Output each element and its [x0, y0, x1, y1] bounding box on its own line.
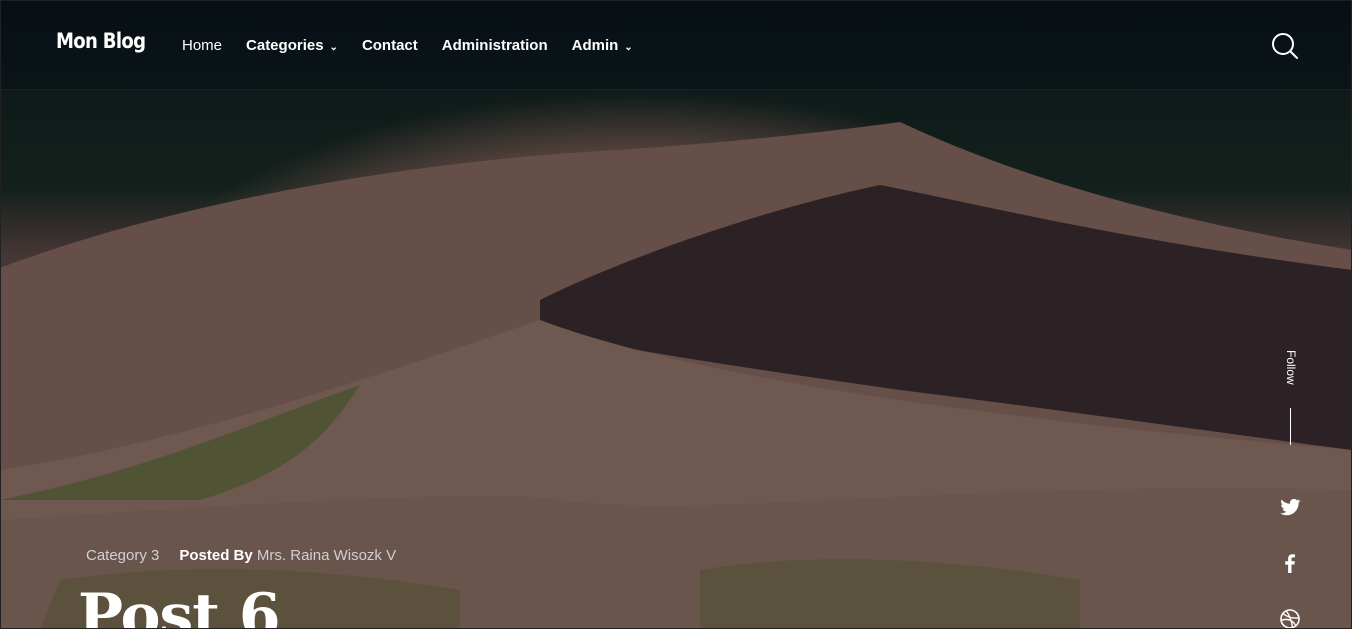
twitter-icon — [1280, 498, 1301, 516]
nav-contact[interactable]: Contact — [362, 37, 418, 54]
post-author-link[interactable]: Mrs. Raina Wisozk V — [257, 547, 396, 564]
post-meta: Category 3 Posted By Mrs. Raina Wisozk V — [86, 547, 396, 564]
nav-admin[interactable]: Admin ⌄ — [572, 37, 633, 54]
chevron-down-icon: ⌄ — [329, 42, 338, 53]
nav-administration-label: Administration — [441, 37, 548, 54]
dribbble-icon — [1280, 609, 1300, 629]
nav-categories[interactable]: Categories ⌄ — [246, 37, 338, 54]
search-button[interactable] — [1270, 31, 1300, 61]
chevron-down-icon: ⌄ — [624, 42, 633, 53]
facebook-link[interactable] — [1278, 551, 1302, 575]
main-nav: Home Categories ⌄ Contact Administration… — [182, 37, 633, 54]
twitter-link[interactable] — [1278, 495, 1302, 519]
post-category-link[interactable]: Category 3 — [86, 547, 159, 564]
posted-by-label: Posted By — [179, 547, 253, 564]
hero-banner: Mon Blog Home Categories ⌄ Contact Admin… — [0, 0, 1352, 629]
nav-administration[interactable]: Administration — [442, 37, 548, 54]
nav-categories-label: Categories — [246, 37, 324, 54]
follow-divider — [1290, 408, 1291, 445]
site-logo[interactable]: Mon Blog — [56, 29, 146, 53]
hero-overlay — [0, 0, 1352, 629]
facebook-icon — [1285, 554, 1295, 573]
nav-home[interactable]: Home — [182, 37, 222, 54]
nav-contact-label: Contact — [361, 37, 418, 54]
search-icon — [1272, 33, 1298, 59]
post-title[interactable]: Post 6 — [78, 586, 281, 629]
dribbble-link[interactable] — [1278, 607, 1302, 629]
post-author-line: Posted By Mrs. Raina Wisozk V — [179, 547, 396, 564]
follow-label: Follow — [1284, 350, 1298, 385]
nav-home-label: Home — [182, 37, 223, 54]
nav-admin-label: Admin — [571, 37, 619, 54]
site-header: Mon Blog Home Categories ⌄ Contact Admin… — [0, 0, 1352, 90]
